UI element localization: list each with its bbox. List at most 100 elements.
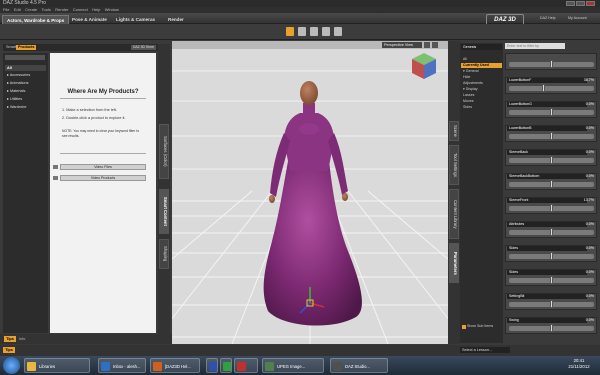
group-item[interactable]: Hide: [461, 75, 502, 80]
parameter-slider[interactable]: Attributes 0.0%: [505, 221, 597, 238]
taskbar-item[interactable]: DAZ Studio...: [330, 358, 388, 373]
tips-tab[interactable]: Tips: [4, 336, 16, 342]
tab-parameters[interactable]: Parameters: [449, 243, 459, 283]
parameter-slider[interactable]: Swing 0.0%: [505, 317, 597, 334]
parameter-value[interactable]: 0.0%: [586, 102, 594, 107]
scale-tool-icon[interactable]: [322, 27, 330, 36]
parameter-slider[interactable]: LowerButtonB 0.0%: [505, 125, 597, 142]
group-item[interactable]: ▾ General: [461, 69, 502, 74]
tab-smart-content[interactable]: Smart Content: [159, 189, 169, 234]
group-item[interactable]: Adjustments: [461, 81, 502, 86]
category-item[interactable]: ▸ Materials: [5, 88, 46, 94]
parameter-slider[interactable]: [505, 53, 597, 70]
slider-knob[interactable]: [550, 156, 553, 164]
slider-knob[interactable]: [550, 252, 553, 260]
category-item[interactable]: ▸ Wardrobe: [5, 104, 46, 110]
group-item[interactable]: Moves: [461, 99, 502, 104]
video-files-button[interactable]: Video Files: [60, 164, 146, 170]
rotate-tool-icon[interactable]: [298, 27, 306, 36]
slider-knob[interactable]: [550, 300, 553, 308]
parameter-slider[interactable]: LowerButtonG 0.0%: [505, 101, 597, 118]
daz-help-link[interactable]: DAZ Help: [540, 16, 556, 20]
perspective-dropdown[interactable]: Perspective View: [382, 42, 422, 48]
translate-tool-icon[interactable]: [310, 27, 318, 36]
parameter-value[interactable]: 0.0%: [586, 174, 594, 179]
category-dropdown[interactable]: [5, 55, 45, 60]
slider-knob[interactable]: [550, 180, 553, 188]
viewport-layout-icon[interactable]: [432, 42, 438, 48]
video-products-button[interactable]: Video Products: [60, 175, 146, 181]
group-item[interactable]: ▾ Display: [461, 87, 502, 92]
taskbar-item[interactable]: [206, 358, 218, 373]
parameter-value[interactable]: 0.0%: [586, 222, 594, 227]
parameter-value[interactable]: 0.0%: [586, 270, 594, 275]
parameter-slider[interactable]: SleeveFront 13.7%: [505, 197, 597, 214]
minimize-button[interactable]: [566, 1, 575, 6]
tips-button[interactable]: Tips: [3, 347, 15, 353]
parameter-slider[interactable]: Sides 0.0%: [505, 245, 597, 262]
tab-scene[interactable]: Scene: [449, 121, 459, 141]
maximize-button[interactable]: [576, 1, 585, 6]
parameter-slider[interactable]: SleeveBack 0.0%: [505, 149, 597, 166]
close-button[interactable]: [586, 1, 595, 6]
slider-knob[interactable]: [550, 228, 553, 236]
window-title: DAZ Studio 4.5 Pro: [3, 0, 47, 6]
tab-products[interactable]: Products: [16, 45, 37, 50]
parameter-value[interactable]: 13.7%: [584, 198, 594, 203]
slider-knob[interactable]: [550, 132, 553, 140]
viewport-option-icon[interactable]: [424, 42, 430, 48]
group-item[interactable]: All: [461, 57, 502, 62]
parameter-value[interactable]: 0.0%: [586, 150, 594, 155]
daz-store-button[interactable]: DAZ 3D Store: [131, 45, 156, 50]
parameter-slider[interactable]: SleeveBackBottom 0.0%: [505, 173, 597, 190]
start-button[interactable]: [3, 357, 20, 374]
tab-shaping[interactable]: Shaping: [159, 239, 169, 269]
slider-knob[interactable]: [550, 204, 553, 212]
universal-tool-icon[interactable]: [334, 27, 342, 36]
where-heading: Where Are My Products?: [67, 89, 139, 95]
taskbar-item[interactable]: Libraries: [24, 358, 90, 373]
tab-pose-animate[interactable]: Pose & Animate: [68, 15, 111, 24]
step-two: 2. Double-click a product to explore it.: [62, 116, 126, 120]
taskbar-item[interactable]: [220, 358, 232, 373]
category-item[interactable]: All: [5, 65, 46, 71]
taskbar-item[interactable]: Inbox - alesh...: [98, 358, 146, 373]
slider-knob[interactable]: [550, 108, 553, 116]
slider-knob[interactable]: [550, 276, 553, 284]
parameter-slider[interactable]: Sides 0.0%: [505, 269, 597, 286]
tab-content-library[interactable]: Content Library: [449, 189, 459, 239]
tab-render[interactable]: Render: [164, 15, 188, 24]
lesson-dropdown[interactable]: Select a Lesson...: [460, 347, 510, 353]
info-tab[interactable]: Info: [19, 336, 25, 342]
group-item[interactable]: Sides: [461, 105, 502, 110]
3d-viewport[interactable]: [172, 41, 448, 344]
parameter-value[interactable]: 0.0%: [586, 294, 594, 299]
slider-track[interactable]: [509, 86, 594, 91]
group-item[interactable]: Lasses: [461, 93, 502, 98]
category-item[interactable]: ▸ Animations: [5, 80, 46, 86]
tab-tool-settings[interactable]: Tool Settings: [449, 145, 459, 185]
parameter-value[interactable]: 0.0%: [586, 318, 594, 323]
taskbar-item[interactable]: [DAZ3D Hel...: [150, 358, 200, 373]
tab-lights-cameras[interactable]: Lights & Cameras: [112, 15, 159, 24]
tab-surfaces[interactable]: Surfaces (Color): [159, 124, 169, 179]
select-tool-icon[interactable]: [286, 27, 294, 36]
show-sub-items-checkbox[interactable]: [462, 325, 466, 329]
parameter-slider[interactable]: SettingBit 0.0%: [505, 293, 597, 310]
content-tabs: Smart Products DAZ 3D Store: [3, 44, 158, 51]
my-account-link[interactable]: My Account: [568, 16, 587, 20]
parameter-value[interactable]: 38.7%: [584, 78, 594, 83]
parameter-slider[interactable]: LowerButtonF 38.7%: [505, 77, 597, 94]
filter-input[interactable]: Enter text to filter by: [505, 43, 565, 49]
category-item[interactable]: ▸ Utilities: [5, 96, 46, 102]
parameter-value[interactable]: 0.0%: [586, 246, 594, 251]
app-icon: [153, 362, 162, 371]
slider-knob[interactable]: [550, 60, 553, 68]
group-item[interactable]: Currently Used: [461, 63, 502, 68]
category-item[interactable]: ▸ Accessories: [5, 72, 46, 78]
taskbar-item[interactable]: [234, 358, 258, 373]
slider-knob[interactable]: [541, 84, 545, 92]
taskbar-item[interactable]: UPEG Image...: [262, 358, 324, 373]
slider-knob[interactable]: [550, 324, 553, 332]
parameter-value[interactable]: 0.0%: [586, 126, 594, 131]
